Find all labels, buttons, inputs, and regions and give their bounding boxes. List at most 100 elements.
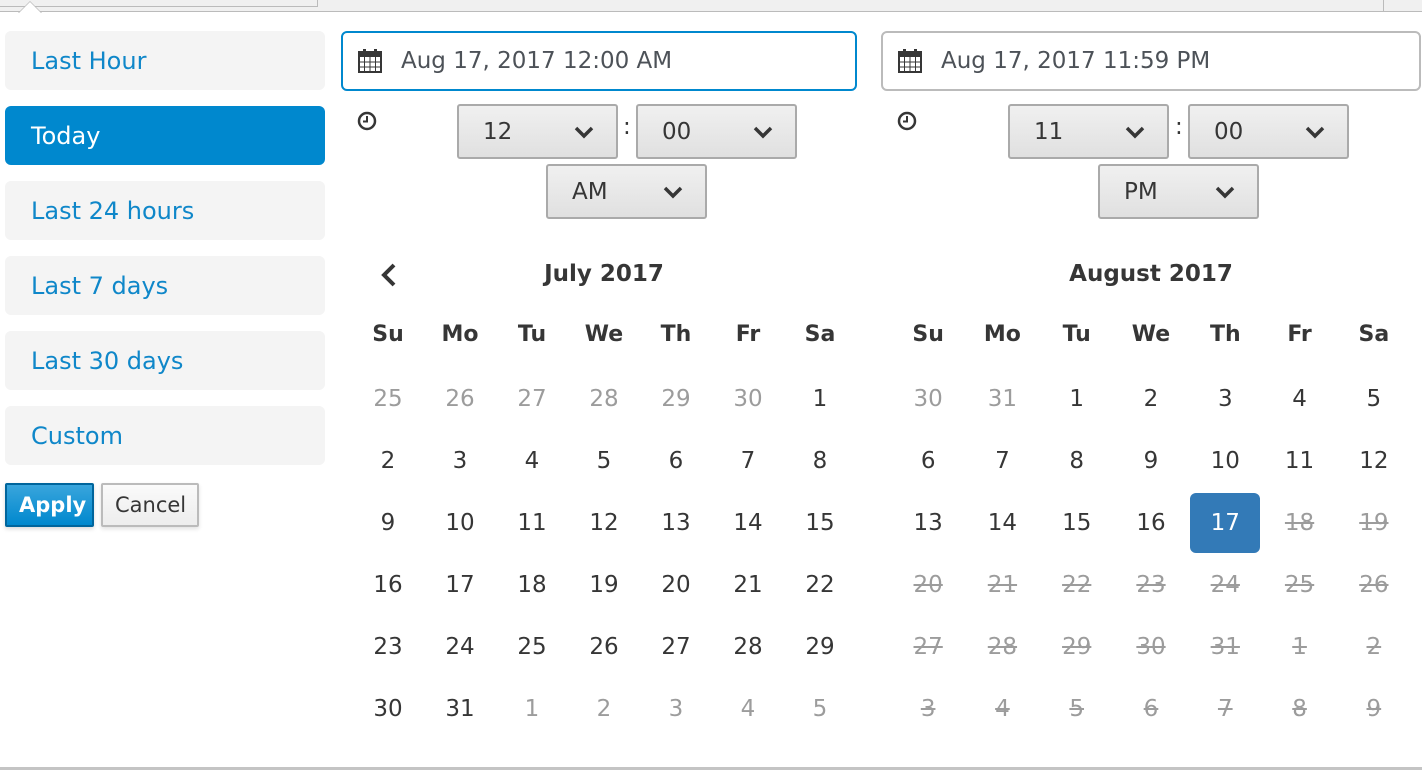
calendar-day[interactable]: 19 [570,555,638,615]
calendar-day[interactable]: 5 [1339,369,1409,429]
date-range-toggle[interactable] [0,0,318,7]
calendar-day[interactable]: 15 [786,493,854,553]
calendar-day[interactable]: 4 [498,431,566,491]
range-custom[interactable]: Custom [5,406,325,465]
start-minute-select[interactable]: 00 [636,104,797,159]
weekday-label: Sa [1358,321,1390,347]
calendar-day: 20 [913,572,943,598]
calendar-day[interactable]: 30 [893,369,963,429]
calendar-day[interactable]: 29 [642,369,710,429]
cancel-button[interactable]: Cancel [101,483,199,527]
calendar-day[interactable]: 21 [714,555,782,615]
calendar-header: August 2017 [891,250,1411,298]
calendar-day[interactable]: 3 [642,679,710,739]
calendar-day[interactable]: 30 [714,369,782,429]
calendar-day[interactable]: 16 [354,555,422,615]
end-ampm-value: PM [1124,178,1158,205]
calendar-day[interactable]: 17 [426,555,494,615]
calendar-day: 3 [920,696,936,722]
calendar-day: 29 [1062,634,1092,660]
calendar-day[interactable]: 26 [570,617,638,677]
calendar-day: 1 [1292,634,1307,660]
calendar-icon [358,49,382,73]
calendar-day[interactable]: 7 [967,431,1037,491]
chevron-down-icon [663,186,683,199]
calendar-day[interactable]: 2 [1116,369,1186,429]
calendar-day[interactable]: 2 [570,679,638,739]
calendar-day[interactable]: 25 [498,617,566,677]
toolbar-divider [1383,0,1384,12]
start-time-row: 12 : 00 AM [341,91,857,219]
calendar-day[interactable]: 13 [893,493,963,553]
calendar-day[interactable]: 5 [786,679,854,739]
calendar-week: 6 7 8 9 10 11 12 [891,430,1411,492]
calendar-day[interactable]: 1 [786,369,854,429]
range-last-30-days[interactable]: Last 30 days [5,331,325,390]
action-buttons: Apply Cancel [5,483,199,527]
calendar-day[interactable]: 23 [354,617,422,677]
weekday-label: Tu [517,321,547,347]
calendar-week: 16 17 18 19 20 21 22 [352,554,856,616]
calendar-day[interactable]: 8 [786,431,854,491]
calendar-day[interactable]: 10 [1190,431,1260,491]
calendar-day[interactable]: 1 [498,679,566,739]
end-minute-select[interactable]: 00 [1188,104,1349,159]
end-ampm-select[interactable]: PM [1098,164,1259,219]
calendar-day[interactable]: 22 [786,555,854,615]
calendar-day[interactable]: 6 [642,431,710,491]
calendar-day[interactable]: 12 [1339,431,1409,491]
calendar-day[interactable]: 2 [354,431,422,491]
calendar-day[interactable]: 30 [354,679,422,739]
calendar-day[interactable]: 16 [1116,493,1186,553]
calendar-day[interactable]: 24 [426,617,494,677]
calendar-day[interactable]: 8 [1042,431,1112,491]
apply-button[interactable]: Apply [5,483,94,527]
calendar-day[interactable]: 9 [354,493,422,553]
calendar-day[interactable]: 4 [714,679,782,739]
calendar-week: 9 10 11 12 13 14 15 [352,492,856,554]
calendar-day[interactable]: 31 [426,679,494,739]
calendar-day[interactable]: 14 [967,493,1037,553]
calendar-day[interactable]: 28 [714,617,782,677]
calendar-day[interactable]: 27 [642,617,710,677]
calendar-day[interactable]: 6 [893,431,963,491]
calendar-day[interactable]: 18 [498,555,566,615]
range-today[interactable]: Today [5,106,325,165]
calendar-day[interactable]: 11 [498,493,566,553]
calendar-grid: 30 31 1 2 3 4 5 6 7 8 9 10 11 12 13 14 15 16 17 18 19 20 21 22 2… [891,368,1411,740]
calendar-day[interactable]: 15 [1042,493,1112,553]
calendar-day[interactable]: 20 [642,555,710,615]
calendar-day[interactable]: 12 [570,493,638,553]
start-date-input[interactable]: Aug 17, 2017 12:00 AM [341,31,857,91]
calendar-day[interactable]: 28 [570,369,638,429]
chevron-down-icon [1305,126,1325,139]
range-last-24-hours[interactable]: Last 24 hours [5,181,325,240]
calendar-day[interactable]: 3 [1190,369,1260,429]
calendar-day[interactable]: 5 [570,431,638,491]
calendar-day[interactable]: 29 [786,617,854,677]
calendar-day[interactable]: 27 [498,369,566,429]
calendar-day: 24 [1210,572,1240,598]
range-last-hour[interactable]: Last Hour [5,31,325,90]
end-hour-select[interactable]: 11 [1008,104,1169,159]
calendar-day-selected[interactable]: 17 [1190,493,1261,553]
calendar-day[interactable]: 25 [354,369,422,429]
calendar-day[interactable]: 11 [1264,431,1334,491]
range-last-7-days[interactable]: Last 7 days [5,256,325,315]
calendar-day[interactable]: 3 [426,431,494,491]
calendar-day[interactable]: 10 [426,493,494,553]
calendar-day[interactable]: 26 [426,369,494,429]
weekday-label: Mo [983,321,1021,347]
calendar-day[interactable]: 13 [642,493,710,553]
calendar-day[interactable]: 1 [1042,369,1112,429]
calendar-day[interactable]: 31 [967,369,1037,429]
end-date-input[interactable]: Aug 17, 2017 11:59 PM [881,31,1421,91]
calendar-day[interactable]: 9 [1116,431,1186,491]
start-hour-select[interactable]: 12 [457,104,618,159]
calendar-day[interactable]: 14 [714,493,782,553]
chevron-left-icon[interactable] [374,262,404,288]
calendar-day[interactable]: 7 [714,431,782,491]
start-ampm-select[interactable]: AM [546,164,707,219]
calendar-day[interactable]: 4 [1264,369,1334,429]
month-title: July 2017 [544,261,664,287]
